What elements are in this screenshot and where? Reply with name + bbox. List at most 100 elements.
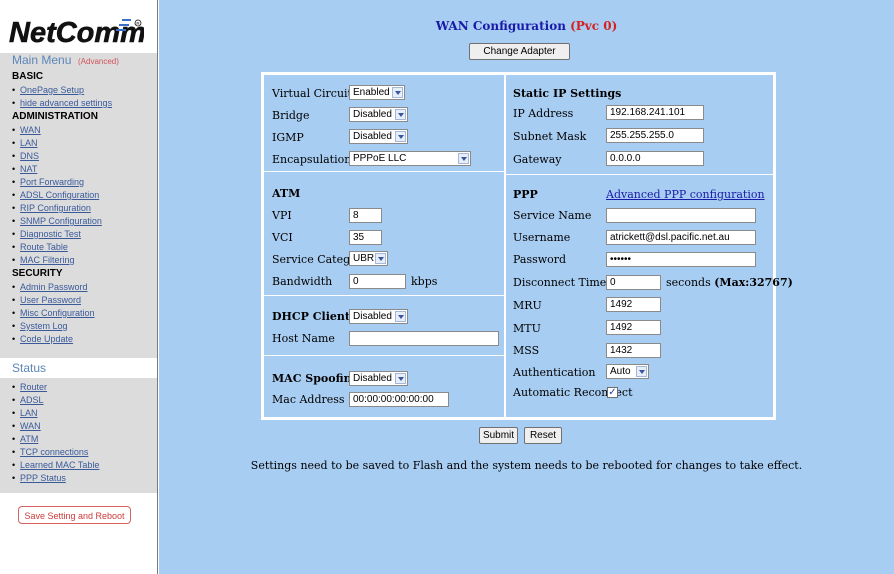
menu-item-lan[interactable]: • LAN [12,138,38,148]
sidebar: NetComm R Main Menu (Advanced) BASIC • On… [0,0,158,574]
divider [506,174,773,175]
chevron-down-icon [395,131,406,142]
mss-input[interactable]: 1432 [606,343,661,358]
chevron-down-icon [375,253,386,264]
menu-item-admin-password[interactable]: • Admin Password [12,282,88,292]
vpi-input[interactable]: 8 [349,208,382,223]
menu-item-onepage-setup[interactable]: • OnePage Setup [12,85,84,95]
subnet-mask-input[interactable]: 255.255.255.0 [606,128,704,143]
status-item-lan[interactable]: • LAN [12,408,38,418]
page-title: WAN Configuration (Pvc 0) [159,19,894,33]
menu-item-misc-configuration[interactable]: • Misc Configuration [12,308,95,318]
password-label: Password [513,253,567,266]
chevron-down-icon [392,87,403,98]
status-item-ppp-status[interactable]: • PPP Status [12,473,66,483]
virtual-circuit-label: Virtual Circuit [272,87,352,100]
right-column: Static IP Settings IP Address 192.168.24… [506,75,793,417]
menu-item-rip-configuration[interactable]: • RIP Configuration [12,203,91,213]
igmp-label: IGMP [272,131,304,144]
menu-item-wan[interactable]: • WAN [12,125,41,135]
status-menu-list: • Router • ADSL • LAN • WAN • ATM • TCP connec… [0,378,157,493]
chevron-down-icon [395,311,406,322]
status-item-router[interactable]: • Router [12,382,47,392]
username-label: Username [513,231,571,244]
menu-item-adsl-configuration[interactable]: • ADSL Configuration [12,190,99,200]
ppp-heading: PPP [513,188,538,201]
service-name-label: Service Name [513,209,592,222]
menu-item-user-password[interactable]: • User Password [12,295,81,305]
subnet-mask-label: Subnet Mask [513,130,587,143]
menu-item-system-log[interactable]: • System Log [12,321,68,331]
encapsulation-label: Encapsulation [272,153,352,166]
service-category-select[interactable]: UBR [349,251,388,266]
logo-text: NetComm [9,17,144,48]
bridge-select[interactable]: Disabled [349,107,408,122]
status-item-atm[interactable]: • ATM [12,434,38,444]
encapsulation-select[interactable]: PPPoE LLC [349,151,471,166]
submit-button[interactable]: Submit [479,427,518,444]
chevron-down-icon [395,109,406,120]
main-menu-header: Main Menu (Advanced) [0,53,157,69]
menu-item-dns[interactable]: • DNS [12,151,39,161]
menu-item-diagnostic-test[interactable]: • Diagnostic Test [12,229,81,239]
bandwidth-input[interactable]: 0 [349,274,406,289]
vci-input[interactable]: 35 [349,230,382,245]
ip-address-input[interactable]: 192.168.241.101 [606,105,704,120]
menu-item-route-table[interactable]: • Route Table [12,242,68,252]
dhcp-client-select[interactable]: Disabled [349,309,408,324]
gateway-input[interactable]: 0.0.0.0 [606,151,704,166]
mtu-input[interactable]: 1492 [606,320,661,335]
basic-heading: BASIC [12,71,44,82]
username-input[interactable]: atrickett@dsl.pacific.net.au [606,230,756,245]
mru-input[interactable]: 1492 [606,297,661,312]
disconnect-timeout-unit: seconds (Max:32767) [666,276,793,289]
advanced-tag: (Advanced) [78,57,119,66]
password-input[interactable]: •••••• [606,252,756,267]
advanced-ppp-configuration-link[interactable]: Advanced PPP configuration [606,188,765,201]
divider [264,355,504,356]
reset-button[interactable]: Reset [524,427,562,444]
change-adapter-button[interactable]: Change Adapter [469,43,570,60]
save-setting-and-reboot-button[interactable]: Save Setting and Reboot [18,506,131,524]
main-menu-list: BASIC • OnePage Setup • hide advanced sett… [0,69,157,358]
chevron-down-icon [458,153,469,164]
host-name-label: Host Name [272,332,335,345]
automatic-reconnect-checkbox[interactable]: ✓ [607,387,618,398]
virtual-circuit-select[interactable]: Enabled [349,85,405,100]
menu-item-nat[interactable]: • NAT [12,164,37,174]
menu-item-hide-advanced[interactable]: • hide advanced settings [12,98,112,108]
menu-item-snmp-configuration[interactable]: • SNMP Configuration [12,216,102,226]
service-name-input[interactable] [606,208,756,223]
security-heading: SECURITY [12,268,63,279]
status-item-learned-mac-table[interactable]: • Learned MAC Table [12,460,99,470]
page-title-text: WAN Configuration [435,19,566,33]
vci-label: VCI [272,231,293,244]
host-name-input[interactable] [349,331,499,346]
status-item-tcp-connections[interactable]: • TCP connections [12,447,88,457]
wan-config-panel: Virtual Circuit Enabled Bridge Disabled … [261,72,793,420]
gateway-label: Gateway [513,153,562,166]
authentication-select[interactable]: Auto [606,364,649,379]
mac-spoofing-heading: MAC Spoofing [272,372,360,385]
reboot-note: Settings need to be saved to Flash and t… [250,459,803,472]
bandwidth-label: Bandwidth [272,275,333,288]
menu-item-mac-filtering[interactable]: • MAC Filtering [12,255,75,265]
left-column: Virtual Circuit Enabled Bridge Disabled … [264,75,504,417]
mac-address-input[interactable]: 00:00:00:00:00:00 [349,392,449,407]
mru-label: MRU [513,299,542,312]
divider [264,295,504,296]
atm-heading: ATM [272,187,301,200]
chevron-down-icon [395,373,406,384]
menu-item-port-forwarding[interactable]: • Port Forwarding [12,177,84,187]
mac-spoofing-select[interactable]: Disabled [349,371,408,386]
pvc-label: (Pvc 0) [570,19,618,33]
disconnect-timeout-input[interactable]: 0 [606,275,661,290]
status-item-wan[interactable]: • WAN [12,421,41,431]
ip-address-label: IP Address [513,107,574,120]
igmp-select[interactable]: Disabled [349,129,408,144]
netcomm-logo: NetComm R [9,17,144,48]
menu-item-code-update[interactable]: • Code Update [12,334,73,344]
mtu-label: MTU [513,322,541,335]
main-menu-title: Main Menu [12,53,72,67]
status-item-adsl[interactable]: • ADSL [12,395,44,405]
